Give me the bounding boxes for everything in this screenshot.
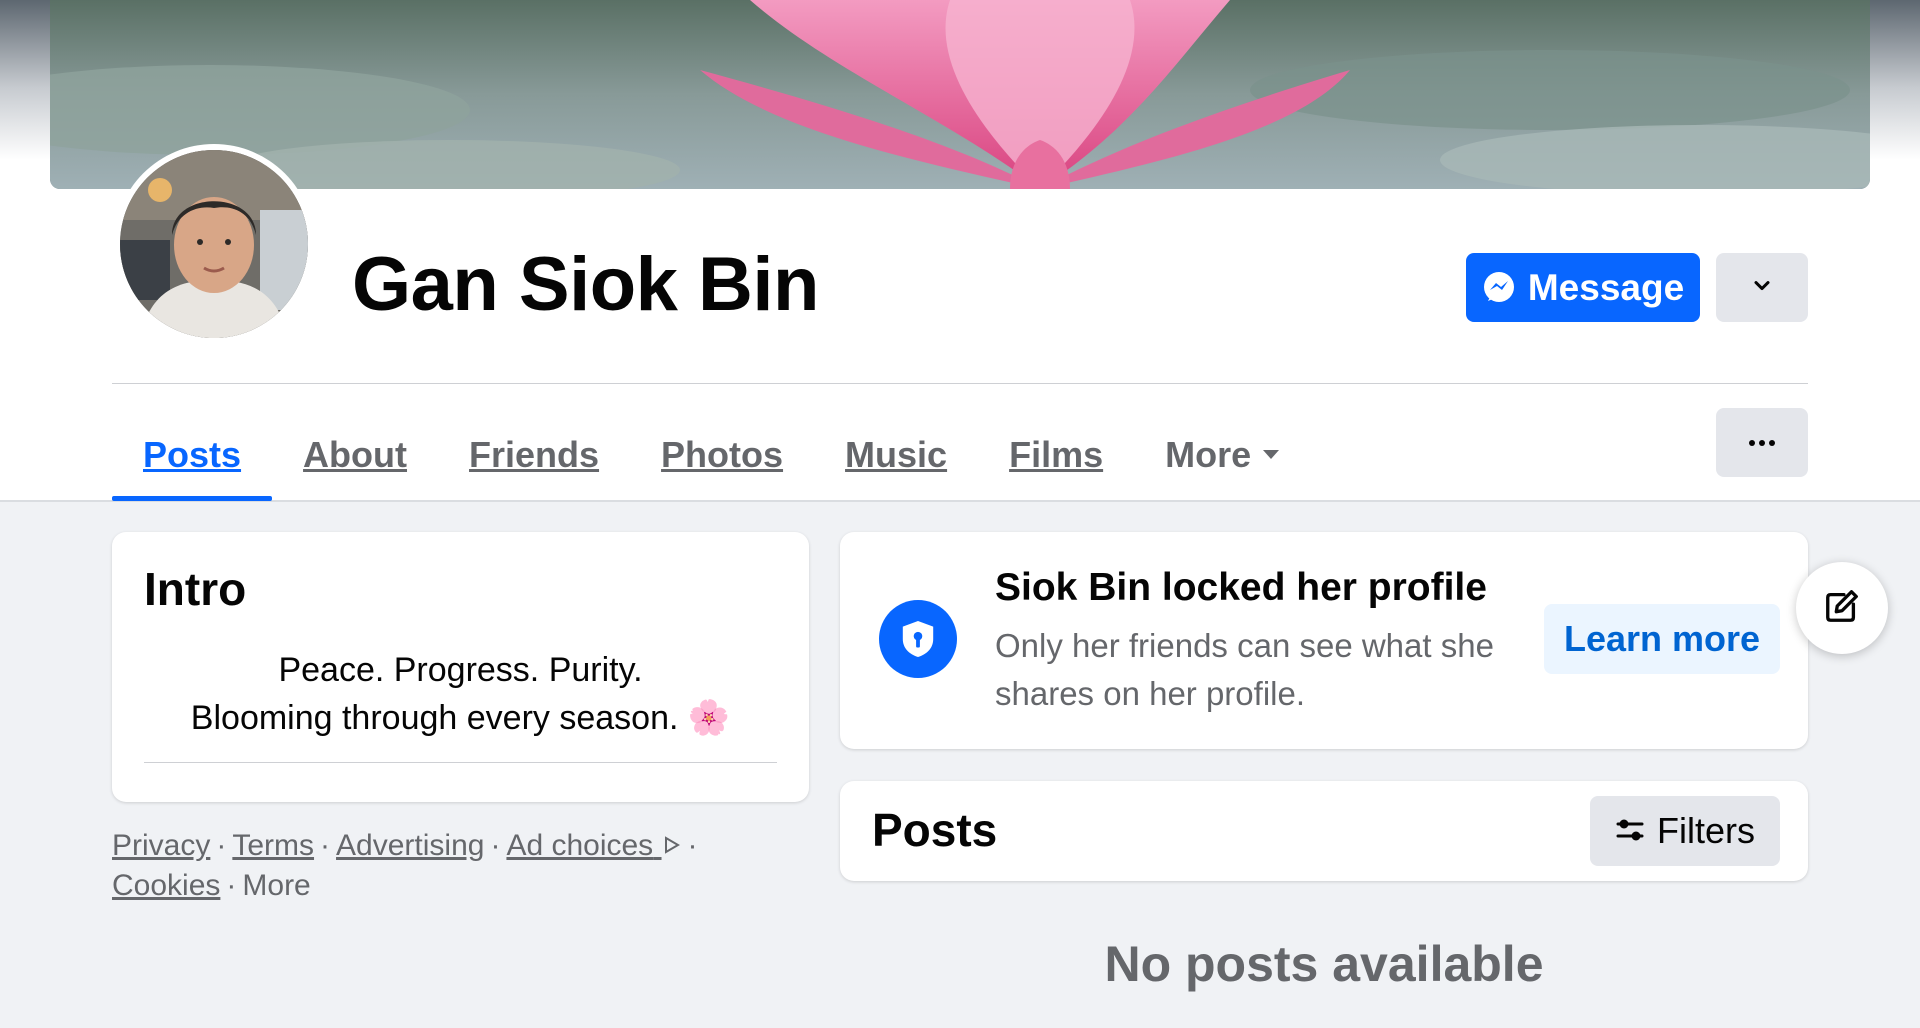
header-divider — [112, 383, 1808, 384]
tab-films[interactable]: Films — [978, 408, 1134, 501]
caret-down-icon — [1263, 450, 1280, 459]
messenger-icon — [1482, 271, 1516, 305]
learn-more-button[interactable]: Learn more — [1544, 604, 1780, 674]
tab-more-label: More — [1165, 433, 1252, 475]
water-lily-image — [50, 0, 1870, 189]
intro-divider — [144, 762, 777, 763]
locked-description: Only her friends can see what she shares… — [995, 627, 1494, 712]
empty-posts-message: No posts available — [1104, 936, 1544, 992]
profile-name: Gan Siok Bin — [352, 242, 819, 327]
tab-friends[interactable]: Friends — [438, 408, 630, 501]
ad-choices-icon — [662, 829, 682, 862]
footer-link-ad-choices[interactable]: Ad choices — [506, 829, 681, 862]
sliders-icon — [1615, 810, 1645, 852]
footer-links: Privacy · Terms · Advertising · Ad choices · C… — [112, 829, 698, 902]
locked-title: Siok Bin locked her profile — [995, 566, 1487, 609]
tab-about[interactable]: About — [272, 408, 438, 501]
message-button[interactable]: Message — [1466, 253, 1700, 322]
footer-link-advertising[interactable]: Advertising — [336, 829, 484, 862]
footer-link-cookies[interactable]: Cookies — [112, 869, 220, 902]
tab-more[interactable]: More — [1134, 408, 1310, 501]
posts-title: Posts — [872, 804, 998, 856]
footer-link-privacy[interactable]: Privacy — [112, 829, 210, 862]
intro-bio: Peace. Progress. Purity. Blooming throug… — [144, 646, 777, 742]
footer-more[interactable]: More — [242, 869, 310, 902]
profile-dropdown-button[interactable] — [1716, 253, 1808, 322]
profile-tabs: Posts About Friends Photos Music Films M… — [112, 408, 1310, 501]
more-options-button[interactable] — [1716, 408, 1808, 477]
posts-header-card: Posts Filters — [840, 781, 1808, 881]
message-button-label: Message — [1527, 266, 1685, 308]
chevron-down-icon — [1753, 279, 1771, 297]
intro-bio-line: Peace. Progress. Purity. — [278, 651, 643, 689]
locked-profile-card: Siok Bin locked her profile Only her fri… — [840, 532, 1808, 749]
filters-button[interactable]: Filters — [1590, 796, 1780, 866]
edit-icon — [1823, 587, 1861, 630]
ellipsis-icon — [1749, 439, 1775, 446]
intro-card: Intro Peace. Progress. Purity. Blooming … — [112, 532, 809, 802]
profile-photo-image — [120, 150, 308, 338]
edit-button[interactable] — [1796, 562, 1888, 654]
avatar[interactable] — [120, 150, 308, 338]
intro-bio-line: Blooming through every season. 🌸 — [190, 699, 731, 737]
footer-link-terms[interactable]: Terms — [232, 829, 314, 862]
cover-photo[interactable] — [50, 0, 1870, 189]
tab-posts[interactable]: Posts — [112, 408, 273, 501]
filters-label: Filters — [1657, 810, 1755, 851]
ad-choices-label: Ad choices — [506, 829, 654, 862]
tab-music[interactable]: Music — [814, 408, 978, 501]
shield-lock-icon — [879, 600, 957, 678]
tab-photos[interactable]: Photos — [630, 408, 814, 501]
intro-title: Intro — [144, 563, 247, 615]
